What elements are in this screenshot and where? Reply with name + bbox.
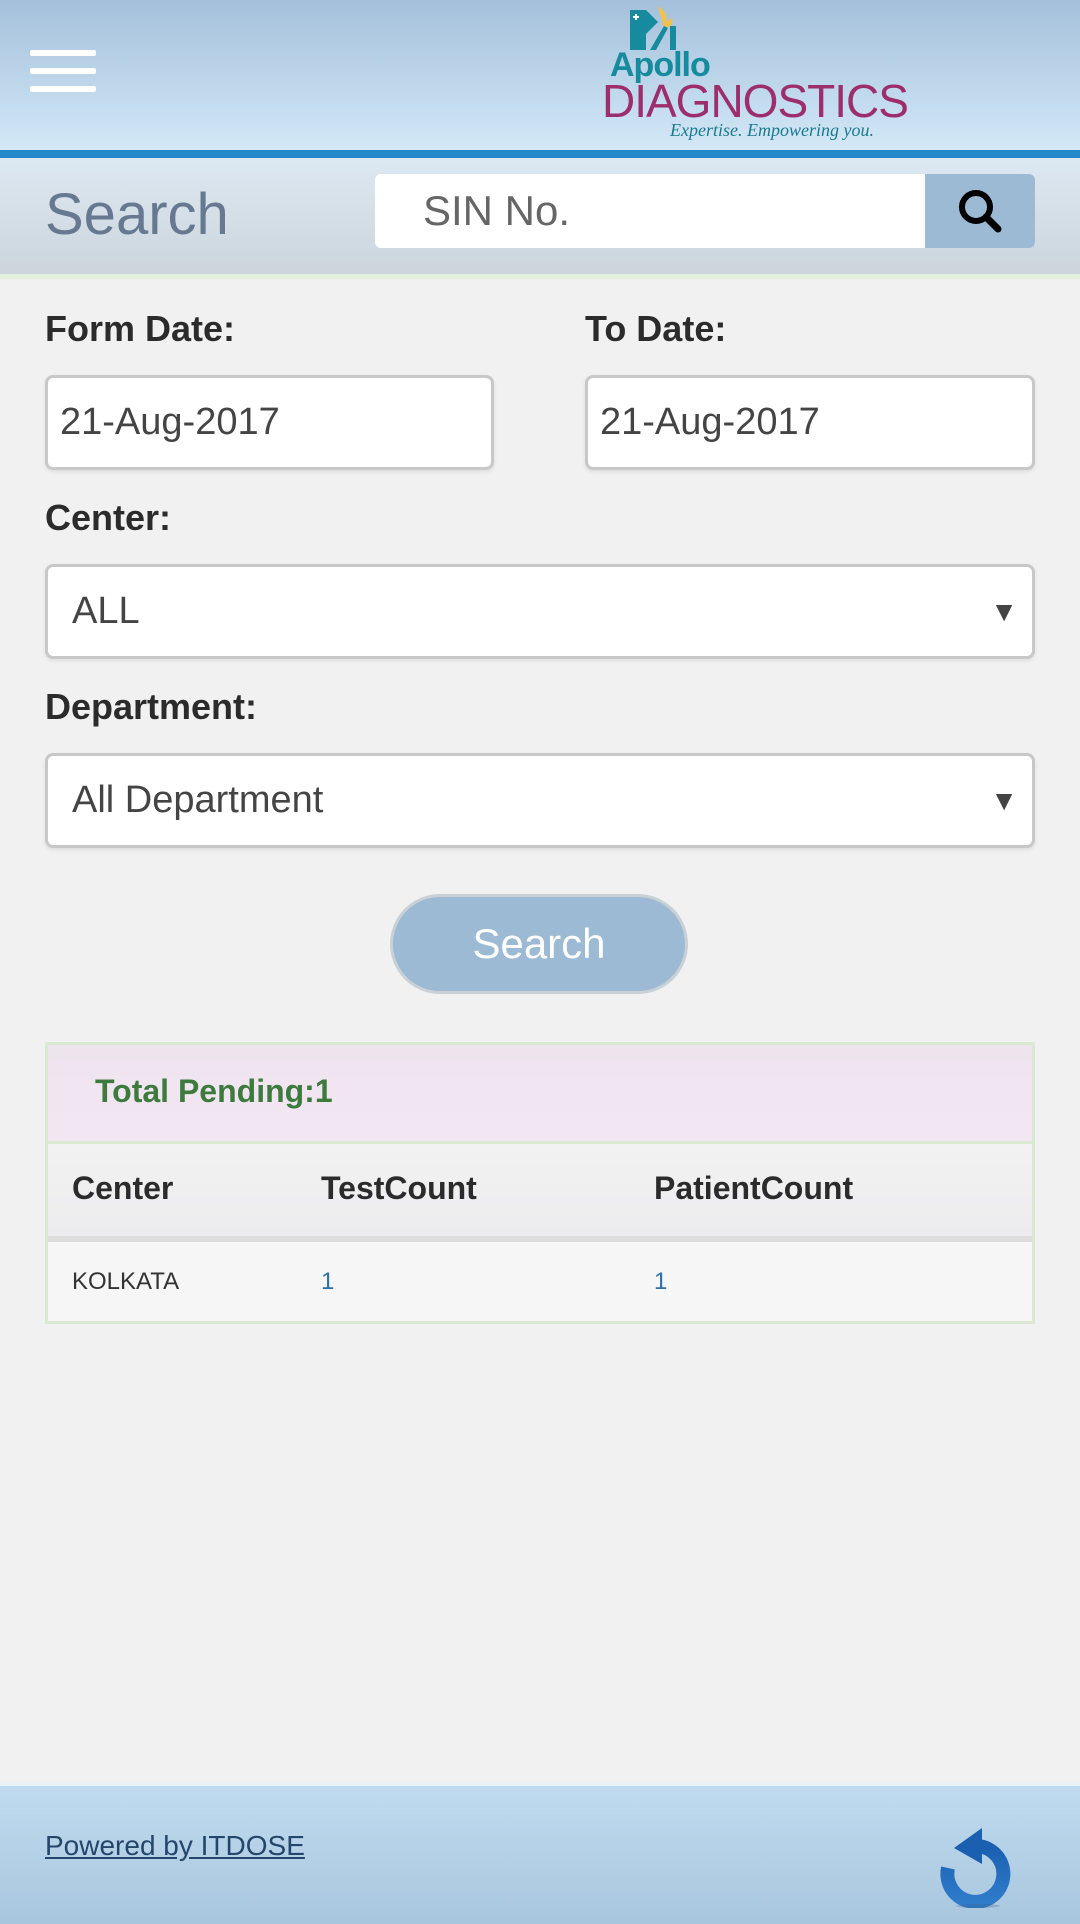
app-header: Apollo DIAGNOSTICS Expertise. Empowering…: [0, 0, 1080, 150]
from-date-input[interactable]: [48, 378, 491, 467]
column-header-patientcount: PatientCount: [654, 1170, 854, 1206]
search-title: Search: [45, 182, 229, 247]
cell-patientcount-link[interactable]: 1: [654, 1268, 667, 1296]
search-button[interactable]: Search: [390, 894, 688, 994]
sin-number-input[interactable]: [375, 174, 923, 248]
hamburger-menu-button[interactable]: [30, 50, 96, 94]
department-select[interactable]: All Department ▼: [45, 753, 1035, 848]
to-date-field[interactable]: [585, 375, 1035, 470]
department-select-value: All Department: [72, 779, 324, 821]
results-panel: Total Pending:1 Center TestCount Patient…: [45, 1042, 1035, 1324]
cell-center: KOLKATA: [72, 1268, 180, 1295]
to-date-label: To Date:: [585, 308, 727, 349]
logo-diagnostics-text: DIAGNOSTICS: [602, 75, 909, 127]
chevron-down-icon: ▼: [990, 784, 1018, 816]
from-date-label: Form Date:: [45, 308, 236, 349]
center-select[interactable]: ALL ▼: [45, 564, 1035, 659]
refresh-button[interactable]: [938, 1824, 1016, 1909]
sin-search-strip: Search: [0, 158, 1080, 279]
chevron-down-icon: ▼: [990, 595, 1018, 627]
from-date-field[interactable]: [45, 375, 494, 470]
menu-line: [30, 68, 96, 74]
menu-line: [30, 86, 96, 92]
sin-search-button[interactable]: [925, 174, 1035, 248]
apollo-diagnostics-logo: Apollo DIAGNOSTICS Expertise. Empowering…: [598, 4, 909, 144]
center-select-value: ALL: [72, 590, 140, 632]
logo-tagline: Expertise. Empowering you.: [670, 120, 874, 140]
column-header-testcount: TestCount: [321, 1170, 477, 1206]
cell-testcount-link[interactable]: 1: [321, 1268, 334, 1296]
department-label: Department:: [45, 686, 258, 727]
column-header-center: Center: [72, 1170, 174, 1206]
to-date-input[interactable]: [588, 378, 1032, 467]
total-pending-bar: Total Pending:1: [48, 1045, 1032, 1144]
refresh-icon: [940, 1828, 1011, 1909]
center-label: Center:: [45, 497, 172, 538]
menu-line: [30, 50, 96, 56]
total-pending-text: Total Pending:1: [95, 1073, 333, 1109]
sin-search-box: [375, 174, 1035, 248]
header-accent-bar: [0, 150, 1080, 158]
search-icon: [959, 190, 1002, 233]
table-header: Center TestCount PatientCount: [48, 1144, 1032, 1242]
table-row: KOLKATA 1 1: [48, 1242, 1032, 1321]
app-footer: Powered by ITDOSE: [0, 1782, 1080, 1924]
powered-by-link[interactable]: Powered by ITDOSE: [45, 1830, 305, 1862]
